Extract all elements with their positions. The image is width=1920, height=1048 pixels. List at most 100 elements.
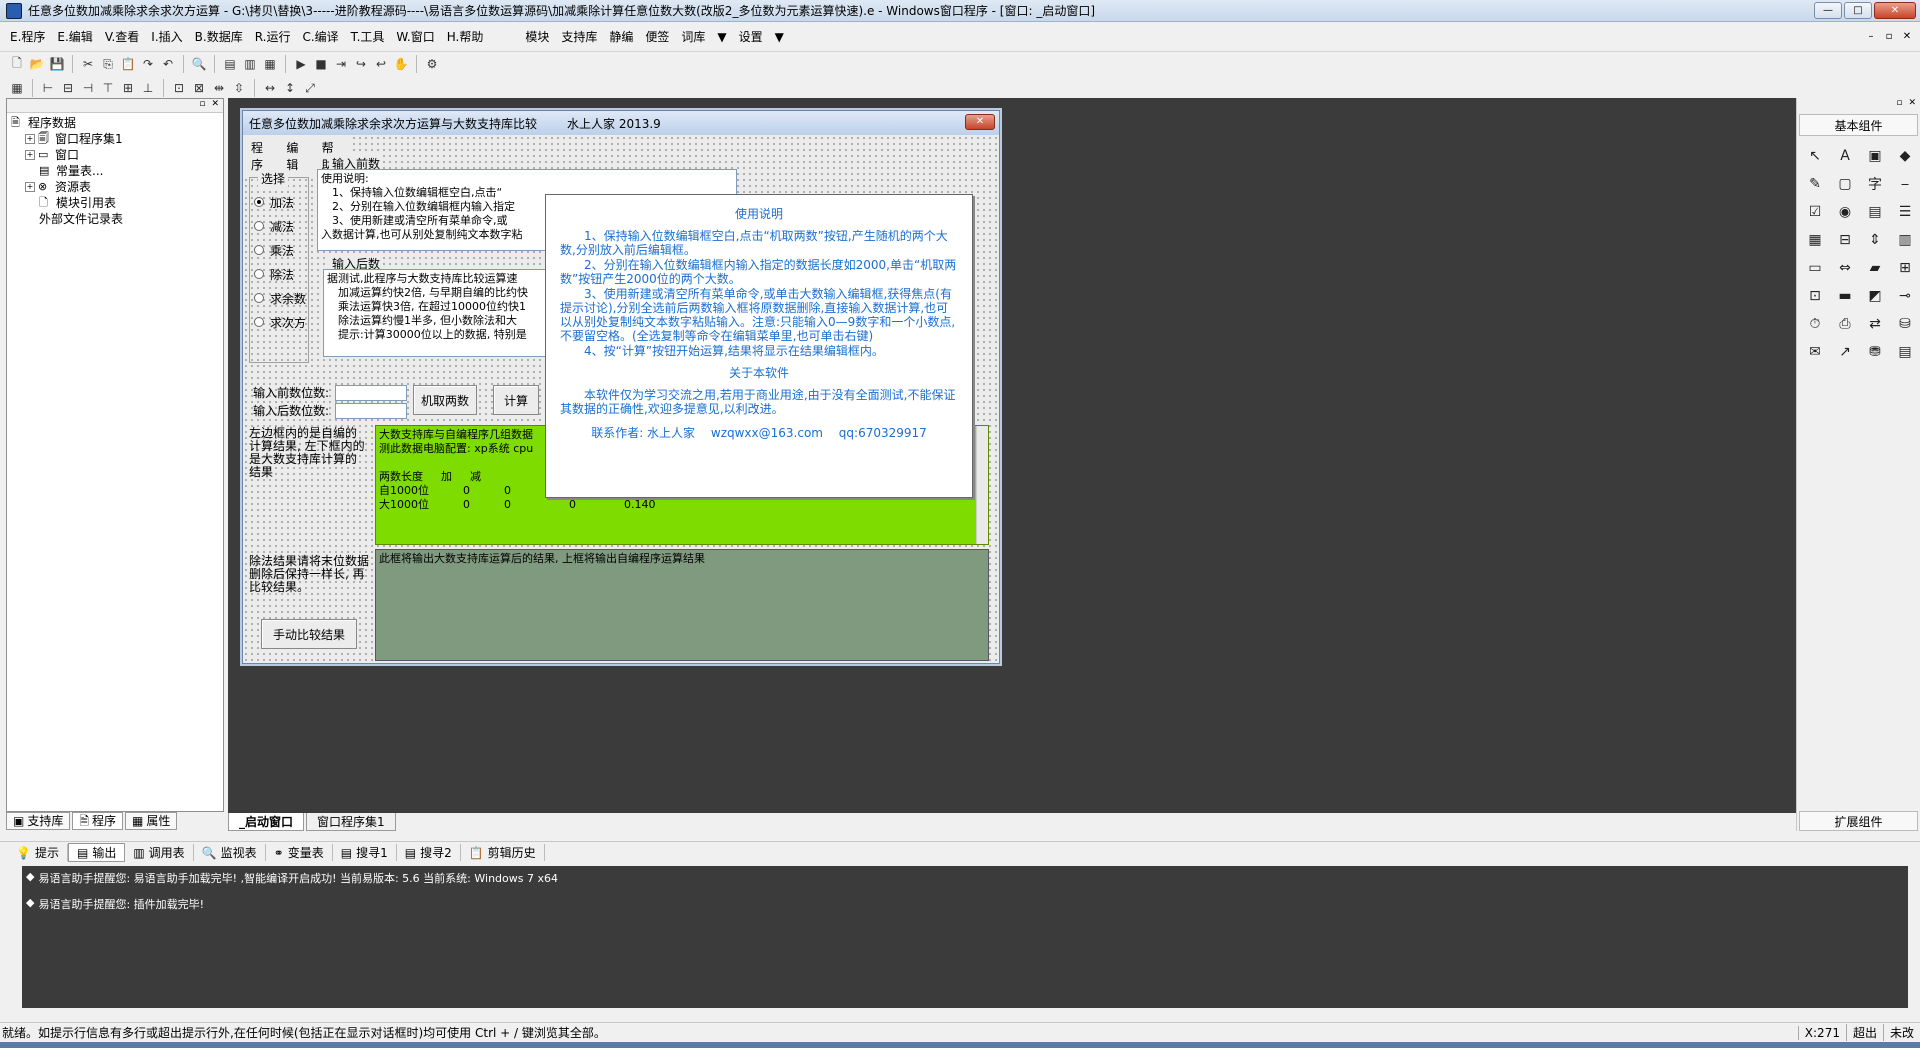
grid-icon[interactable]: ▦ — [1803, 228, 1827, 252]
odbc-icon[interactable]: ⛃ — [1863, 340, 1887, 364]
paste-icon[interactable]: 📋 — [119, 55, 137, 73]
menu-notes[interactable]: 便签 — [639, 28, 675, 45]
slider-icon[interactable]: ⊸ — [1893, 284, 1917, 308]
radio-add[interactable]: 加法 — [254, 190, 308, 214]
calendar-icon[interactable]: ▥ — [1893, 228, 1917, 252]
panel-close-icon[interactable]: ✕ — [211, 99, 219, 112]
radio-modulo[interactable]: 求余数 — [254, 286, 308, 310]
grid-icon[interactable]: ▦ — [8, 79, 26, 97]
tree-item-window-assembly[interactable]: + 🗐 窗口程序集1 — [11, 131, 219, 147]
find-icon[interactable]: 🔍 — [190, 55, 208, 73]
cut-icon[interactable]: ✂ — [79, 55, 97, 73]
close-button[interactable]: ✕ — [1874, 2, 1916, 19]
tab-clip-history[interactable]: 📋 剪辑历史 — [461, 844, 545, 861]
label-icon[interactable]: A — [1833, 144, 1857, 168]
dropdown-icon[interactable]: ▼ — [769, 30, 790, 44]
compare-results-button[interactable]: 手动比较结果 — [261, 619, 357, 649]
before-digits-input[interactable] — [335, 385, 407, 401]
dropdown-icon[interactable]: ▼ — [711, 30, 732, 44]
picture-icon[interactable]: ▣ — [1863, 144, 1887, 168]
menu-compile[interactable]: C.编译 — [296, 28, 344, 45]
tree-item-constants[interactable]: ▤ 常量表... — [11, 163, 219, 179]
tree-item-module-refs[interactable]: 🗋 模块引用表 — [11, 195, 219, 211]
tab-window-assembly[interactable]: 窗口程序集1 — [306, 813, 396, 831]
tab-variables[interactable]: ⚭ 变量表 — [266, 844, 333, 861]
chart-icon[interactable]: ↗ — [1833, 340, 1857, 364]
menu-module[interactable]: 模块 — [519, 28, 555, 45]
minimize-button[interactable]: — — [1814, 2, 1842, 19]
panel-pin-icon[interactable]: ▫ — [1896, 98, 1902, 112]
menu-view[interactable]: V.查看 — [99, 28, 145, 45]
align-middle-icon[interactable]: ⊞ — [119, 79, 137, 97]
same-width-icon[interactable]: ↔ — [261, 79, 279, 97]
layout-top-icon[interactable]: ▥ — [241, 55, 259, 73]
step-out-icon[interactable]: ↩ — [372, 55, 390, 73]
panel-pin-icon[interactable]: ▫ — [199, 99, 205, 112]
copy-icon[interactable]: ⎘ — [99, 55, 117, 73]
menu-insert[interactable]: I.插入 — [145, 28, 188, 45]
menu-help[interactable]: H.帮助 — [441, 28, 490, 45]
menu-tools[interactable]: T.工具 — [345, 28, 391, 45]
menu-support-lib[interactable]: 支持库 — [555, 28, 603, 45]
tab-watch[interactable]: 🔍 监视表 — [194, 844, 266, 861]
button-icon[interactable]: ▬ — [1833, 284, 1857, 308]
mdi-close-icon[interactable]: ✕ — [1900, 30, 1914, 42]
space-vertical-icon[interactable]: ⇳ — [230, 79, 248, 97]
plugin-icon[interactable]: ⚙ — [423, 55, 441, 73]
tab-icon[interactable]: ⊡ — [1803, 284, 1827, 308]
line-icon[interactable]: ⎯ — [1893, 172, 1917, 196]
radio-power[interactable]: 求次方 — [254, 310, 308, 334]
undo-icon[interactable]: ↶ — [159, 55, 177, 73]
tab-start-window[interactable]: _启动窗口 — [228, 813, 305, 831]
mdi-restore-icon[interactable]: ▫ — [1882, 30, 1896, 42]
center-vertical-icon[interactable]: ⊠ — [190, 79, 208, 97]
tree-item-window[interactable]: + ▭ 窗口 — [11, 147, 219, 163]
tree-icon[interactable]: ⊞ — [1893, 256, 1917, 280]
maximize-button[interactable]: □ — [1844, 2, 1872, 19]
print-icon[interactable]: ⎙ — [1833, 312, 1857, 336]
menu-program[interactable]: E.程序 — [4, 28, 51, 45]
hscroll-icon[interactable]: ⇔ — [1833, 256, 1857, 280]
edit-icon[interactable]: ✎ — [1803, 172, 1827, 196]
space-horizontal-icon[interactable]: ⇹ — [210, 79, 228, 97]
radio-multiply[interactable]: 乘法 — [254, 238, 308, 262]
same-height-icon[interactable]: ↕ — [281, 79, 299, 97]
step-into-icon[interactable]: ⇥ — [332, 55, 350, 73]
redo-icon[interactable]: ↷ — [139, 55, 157, 73]
expand-icon[interactable]: + — [25, 150, 35, 160]
form-menu-program[interactable]: 程序 — [251, 139, 274, 173]
pointer-icon[interactable]: ↖ — [1803, 144, 1827, 168]
menu-static-compile[interactable]: 静编 — [603, 28, 639, 45]
gif-icon[interactable]: ◩ — [1863, 284, 1887, 308]
tab-call-table[interactable]: ▥ 调用表 — [125, 844, 194, 861]
mdi-minimize-icon[interactable]: – — [1864, 30, 1878, 42]
step-over-icon[interactable]: ↪ — [352, 55, 370, 73]
panel-close-icon[interactable]: ✕ — [1908, 98, 1916, 112]
tree-item-resources[interactable]: + ⊗ 资源表 — [11, 179, 219, 195]
usage-dialog[interactable]: 使用说明 1、保持输入位数编辑框空白,点击“机取两数”按钮,产生随机的两个大数,… — [545, 194, 973, 498]
green-box-scrollbar[interactable] — [976, 426, 988, 544]
folder-icon[interactable]: ▰ — [1863, 256, 1887, 280]
list-icon[interactable]: ☰ — [1893, 200, 1917, 224]
check-icon[interactable]: ☑ — [1803, 200, 1827, 224]
menu-window[interactable]: W.窗口 — [390, 28, 440, 45]
radio-subtract[interactable]: 减法 — [254, 214, 308, 238]
scroll-icon[interactable]: ⇕ — [1863, 228, 1887, 252]
random-numbers-button[interactable]: 机取两数 — [413, 385, 477, 415]
align-center-icon[interactable]: ⊟ — [59, 79, 77, 97]
align-top-icon[interactable]: ⊤ — [99, 79, 117, 97]
radio-divide[interactable]: 除法 — [254, 262, 308, 286]
calculate-button[interactable]: 计算 — [493, 385, 539, 415]
frame-icon[interactable]: ▢ — [1833, 172, 1857, 196]
after-digits-input[interactable] — [335, 403, 407, 419]
align-bottom-icon[interactable]: ⊥ — [139, 79, 157, 97]
tree-item-external-files[interactable]: 外部文件记录表 — [11, 211, 219, 227]
sync-icon[interactable]: ⇄ — [1863, 312, 1887, 336]
tab-search-2[interactable]: ▤ 搜寻2 — [397, 844, 461, 861]
tab-search-1[interactable]: ▤ 搜寻1 — [333, 844, 397, 861]
tab-support-lib[interactable]: ▣ 支持库 — [6, 812, 71, 830]
expand-icon[interactable]: + — [25, 182, 35, 192]
same-size-icon[interactable]: ⤢ — [301, 79, 319, 97]
stop-icon[interactable]: ■ — [312, 55, 330, 73]
rect-icon[interactable]: ▭ — [1803, 256, 1827, 280]
